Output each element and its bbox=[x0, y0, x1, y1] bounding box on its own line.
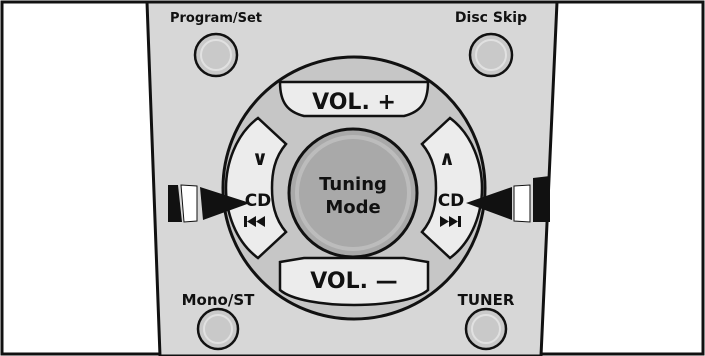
tuner-label: TUNER bbox=[458, 291, 515, 309]
mono-st-label: Mono/ST bbox=[182, 291, 255, 309]
vol-down-label: VOL. — bbox=[310, 269, 397, 294]
tuner-button[interactable] bbox=[464, 307, 508, 351]
mono-st-button[interactable] bbox=[196, 307, 240, 351]
left-cd-label: CD bbox=[245, 191, 272, 211]
left-down-arrow-icon: ∨ bbox=[252, 146, 268, 170]
remote-illustration: Program/Set Disc Skip VOL. + VOL. — ∨ CD… bbox=[0, 0, 705, 356]
right-up-arrow-icon: ∧ bbox=[439, 146, 455, 170]
right-cd-label: CD bbox=[438, 191, 465, 211]
program-set-label: Program/Set bbox=[170, 11, 262, 26]
disc-skip-label: Disc Skip bbox=[455, 10, 527, 26]
tuning-mode-label-line2: Mode bbox=[325, 197, 380, 218]
vol-up-label: VOL. + bbox=[312, 90, 396, 115]
disc-skip-button[interactable] bbox=[468, 32, 514, 78]
tuning-mode-label-line1: Tuning bbox=[319, 174, 387, 195]
program-set-button[interactable] bbox=[193, 32, 239, 78]
